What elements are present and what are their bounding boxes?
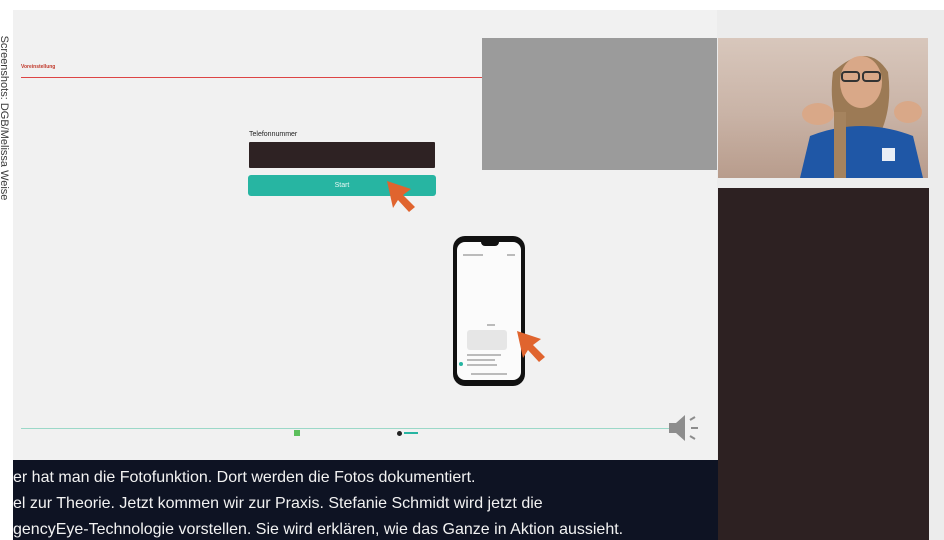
screen-line bbox=[463, 254, 483, 256]
screen-line bbox=[507, 254, 515, 256]
screen-line bbox=[487, 324, 495, 326]
phone-notch bbox=[481, 242, 499, 246]
presenter-figure bbox=[800, 56, 923, 178]
sms-message-bubble bbox=[467, 330, 507, 350]
subtitle-bar: er hat man die Fotofunktion. Dort werden… bbox=[13, 460, 718, 540]
phone-number-label: Telefonnummer bbox=[249, 131, 298, 138]
phone-number-input[interactable] bbox=[249, 142, 435, 168]
photo-credit: Screenshots: DGB/Melissa Weise bbox=[0, 0, 11, 240]
control-dot bbox=[397, 431, 402, 436]
control-indicator bbox=[294, 430, 300, 436]
subtitle-line-1: er hat man die Fotofunktion. Dort werden… bbox=[13, 469, 476, 486]
header-divider bbox=[21, 77, 483, 78]
speaker-icon[interactable] bbox=[665, 408, 705, 448]
subtitle-line-3: gencyEye-Technologie vorstellen. Sie wir… bbox=[13, 521, 624, 538]
screen-line bbox=[467, 364, 497, 366]
arrow-pointer-icon bbox=[387, 181, 415, 212]
screen-line bbox=[467, 359, 495, 361]
control-indicator bbox=[404, 432, 418, 434]
screen-line bbox=[471, 373, 507, 375]
presenter-video bbox=[718, 38, 928, 178]
screen-indicator bbox=[459, 362, 463, 366]
app-header-label: Voreinstellung bbox=[21, 64, 56, 70]
gray-video-tile bbox=[482, 38, 717, 170]
dark-video-tile bbox=[718, 188, 929, 540]
photo-credit-text: Screenshots: DGB/Melissa Weise bbox=[0, 35, 10, 201]
arrow-pointer-icon bbox=[517, 331, 545, 362]
video-conference-stage: Voreinstellung Telefonnummer Start er ha… bbox=[13, 10, 944, 540]
subtitle-line-2: el zur Theorie. Jetzt kommen wir zur Pra… bbox=[13, 495, 543, 512]
screen-line bbox=[467, 354, 501, 356]
progress-track bbox=[21, 428, 671, 429]
